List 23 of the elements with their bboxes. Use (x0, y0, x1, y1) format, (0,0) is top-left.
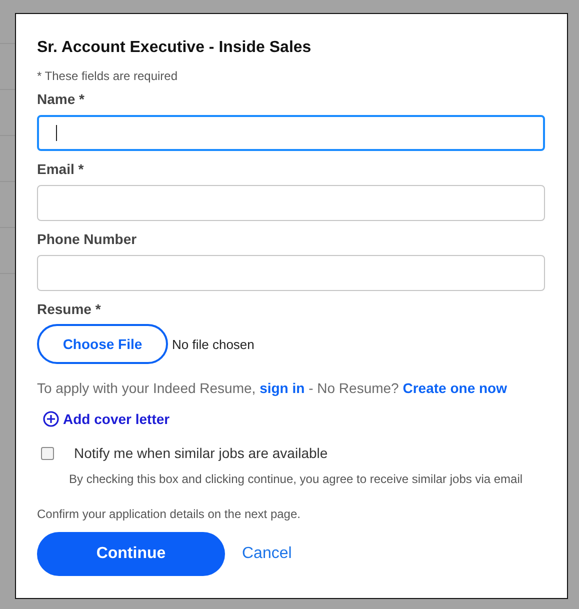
field-label: Phone Number (37, 231, 137, 247)
consent-note: By checking this box and clicking continue, you agree to receive similar jobs via email (69, 472, 524, 486)
field-label: Email * (37, 161, 84, 177)
checkbox-label: Notify me when similar jobs are available (74, 445, 328, 461)
file-status: No file chosen (172, 336, 254, 352)
required-note: * These fields are required (37, 69, 179, 83)
add-cover-letter-link[interactable]: Add cover letter (43, 411, 170, 427)
dialog-title: Sr. Account Executive - Inside Sales (37, 39, 312, 57)
plus-circle-icon (43, 411, 59, 427)
field-label: Resume * (37, 301, 101, 317)
text-cursor (56, 125, 57, 141)
cancel-link[interactable]: Cancel (242, 545, 292, 563)
choose-file-button[interactable]: Choose File (37, 324, 168, 364)
confirm-note: Confirm your application details on the next page. (37, 507, 302, 521)
input-field[interactable] (37, 115, 545, 151)
create-resume-link[interactable]: Create one now (402, 380, 507, 396)
input-field[interactable] (37, 185, 545, 221)
checkbox[interactable] (41, 446, 54, 460)
sign-in-link[interactable]: sign in (260, 380, 305, 396)
field-label: Name * (37, 91, 84, 107)
continue-button[interactable]: Continue (37, 532, 225, 576)
input-field[interactable] (37, 255, 545, 291)
indeed-resume-text: To apply with your Indeed Resume, sign in - No Resume? Create one now (37, 380, 508, 396)
